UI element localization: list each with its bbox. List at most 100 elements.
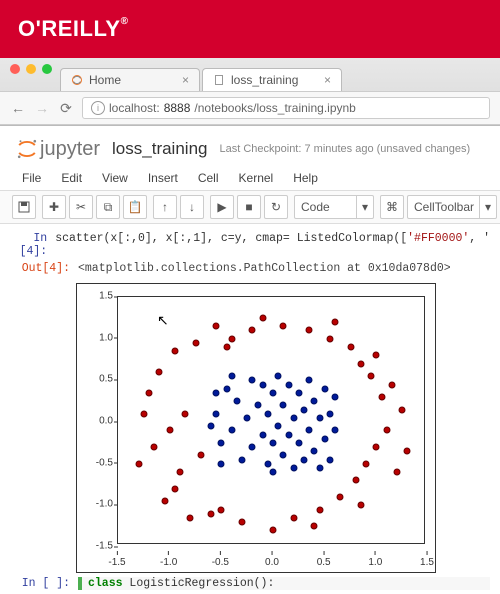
data-point [259,431,266,438]
y-tick-label: -0.5 [77,457,113,468]
minimize-window-icon[interactable] [26,64,36,74]
plot-axes [117,296,425,544]
reload-icon[interactable]: ⟳ [58,100,74,117]
data-point [254,402,261,409]
data-point [290,464,297,471]
y-tick-label: 0.0 [77,416,113,427]
data-point [135,460,142,467]
cut-button[interactable]: ✂ [69,195,93,219]
data-point [321,385,328,392]
data-point [270,389,277,396]
move-down-button[interactable]: ↓ [180,195,204,219]
data-point [192,339,199,346]
celltoolbar-select[interactable]: CellToolbar [407,195,497,219]
notebook-name[interactable]: loss_training [112,139,207,159]
restart-button[interactable]: ↻ [264,195,288,219]
close-window-icon[interactable] [10,64,20,74]
data-point [218,460,225,467]
data-point [239,519,246,526]
run-button[interactable]: ▶ [210,195,234,219]
menu-help[interactable]: Help [285,168,326,188]
save-button[interactable] [12,195,36,219]
data-point [326,410,333,417]
data-point [326,456,333,463]
y-tick-label: 1.5 [77,291,113,302]
next-input-cell[interactable]: In [ ]: class LogisticRegression(): [0,573,500,590]
data-point [306,327,313,334]
url-port: 8888 [164,101,191,115]
celltype-select[interactable]: Code [294,195,374,219]
data-point [394,469,401,476]
data-point [264,410,271,417]
data-point [259,381,266,388]
data-point [177,469,184,476]
notebook-area: In [4]: scatter(x[:,0], x[:,1], c=y, cma… [0,224,500,590]
copy-button[interactable]: ⧉ [96,195,120,219]
celltype-label: Code [301,200,330,214]
y-tick-label: -1.5 [77,541,113,552]
x-tick-label: 1.0 [368,557,382,568]
url-host: localhost: [109,101,160,115]
close-tab-icon[interactable]: × [324,73,331,87]
data-point [249,327,256,334]
data-point [140,410,147,417]
menu-kernel[interactable]: Kernel [231,168,282,188]
y-tick-label: 1.0 [77,332,113,343]
browser-tab-home[interactable]: Home × [60,68,200,91]
menu-edit[interactable]: Edit [53,168,90,188]
data-point [321,435,328,442]
data-point [259,314,266,321]
data-point [280,452,287,459]
data-point [399,406,406,413]
data-point [270,527,277,534]
data-point [223,385,230,392]
move-up-button[interactable]: ↑ [153,195,177,219]
data-point [270,469,277,476]
menu-insert[interactable]: Insert [140,168,186,188]
menu-cell[interactable]: Cell [190,168,227,188]
data-point [270,439,277,446]
data-point [166,427,173,434]
stop-button[interactable]: ■ [237,195,261,219]
jupyter-logo[interactable]: jupyter [14,136,100,162]
command-palette-button[interactable]: ⌘ [380,195,404,219]
code-input[interactable]: scatter(x[:,0], x[:,1], c=y, cmap= Liste… [55,232,500,258]
code-input[interactable]: class LogisticRegression(): [78,577,490,590]
data-point [228,373,235,380]
data-point [363,460,370,467]
site-info-icon[interactable]: i [91,101,105,115]
toolbar: ✚ ✂ ⧉ 📋 ↑ ↓ ▶ ■ ↻ Code ⌘ CellToolbar [0,190,500,224]
address-bar[interactable]: i localhost:8888/notebooks/loss_training… [82,97,490,119]
menu-view[interactable]: View [94,168,136,188]
data-point [280,402,287,409]
data-point [275,373,282,380]
data-point [388,381,395,388]
x-tick-label: 0.5 [317,557,331,568]
data-point [239,456,246,463]
data-point [301,406,308,413]
y-tick-label: 0.5 [77,374,113,385]
data-point [249,377,256,384]
back-icon[interactable]: ← [10,100,26,116]
forward-icon[interactable]: → [34,100,50,116]
input-cell[interactable]: In [4]: scatter(x[:,0], x[:,1], c=y, cma… [0,230,500,260]
data-point [383,427,390,434]
add-cell-button[interactable]: ✚ [42,195,66,219]
paste-button[interactable]: 📋 [123,195,147,219]
data-point [182,410,189,417]
data-point [280,323,287,330]
data-point [218,506,225,513]
tab-label: loss_training [231,73,298,87]
data-point [373,352,380,359]
jupyter-icon [14,136,40,162]
browser-tab-notebook[interactable]: loss_training × [202,68,342,91]
data-point [316,414,323,421]
in-prompt: In [ ]: [8,577,78,590]
window-controls [0,58,62,74]
menu-file[interactable]: File [14,168,49,188]
data-point [146,389,153,396]
data-point [156,369,163,376]
data-point [301,456,308,463]
maximize-window-icon[interactable] [42,64,52,74]
close-tab-icon[interactable]: × [182,73,189,87]
